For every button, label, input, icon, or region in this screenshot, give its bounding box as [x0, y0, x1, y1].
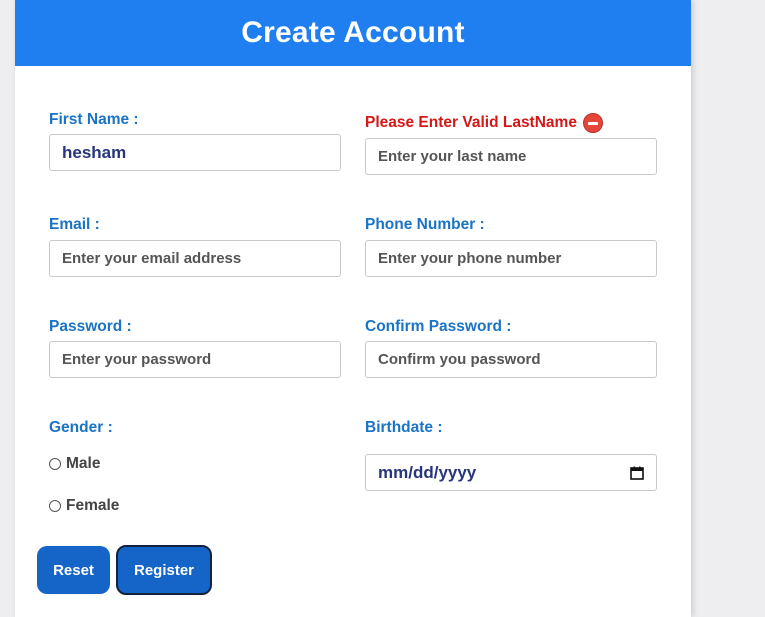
first-name-input[interactable]	[49, 134, 341, 171]
confirm-password-label: Confirm Password :	[365, 318, 512, 335]
male-radio-label: Male	[66, 455, 101, 472]
gender-option-male[interactable]: Male	[49, 455, 100, 473]
last-name-error-text: Please Enter Valid LastName	[365, 114, 577, 131]
calendar-icon[interactable]	[630, 466, 644, 480]
form-title: Create Account	[241, 16, 465, 49]
email-input[interactable]	[49, 240, 341, 277]
reset-button[interactable]: Reset	[37, 546, 110, 594]
first-name-label: First Name :	[49, 111, 139, 128]
gender-option-female[interactable]: Female	[49, 497, 119, 515]
gender-label: Gender :	[49, 419, 113, 436]
register-button[interactable]: Register	[116, 545, 212, 595]
female-radio-label: Female	[66, 497, 120, 514]
last-name-error-label: Please Enter Valid LastName	[365, 113, 603, 133]
registration-card: Create Account First Name : Please Enter…	[15, 0, 691, 617]
female-radio[interactable]	[49, 500, 61, 512]
last-name-input[interactable]	[365, 138, 657, 175]
phone-input[interactable]	[365, 240, 657, 277]
confirm-password-input[interactable]	[365, 341, 657, 378]
male-radio[interactable]	[49, 458, 61, 470]
form-header: Create Account	[15, 0, 691, 66]
password-input[interactable]	[49, 341, 341, 378]
phone-label: Phone Number :	[365, 216, 485, 233]
email-label: Email :	[49, 216, 100, 233]
password-label: Password :	[49, 318, 132, 335]
birthdate-input[interactable]: mm/dd/yyyy	[365, 454, 657, 491]
birthdate-label: Birthdate :	[365, 419, 443, 436]
birthdate-placeholder: mm/dd/yyyy	[378, 462, 477, 482]
error-icon	[582, 113, 603, 133]
